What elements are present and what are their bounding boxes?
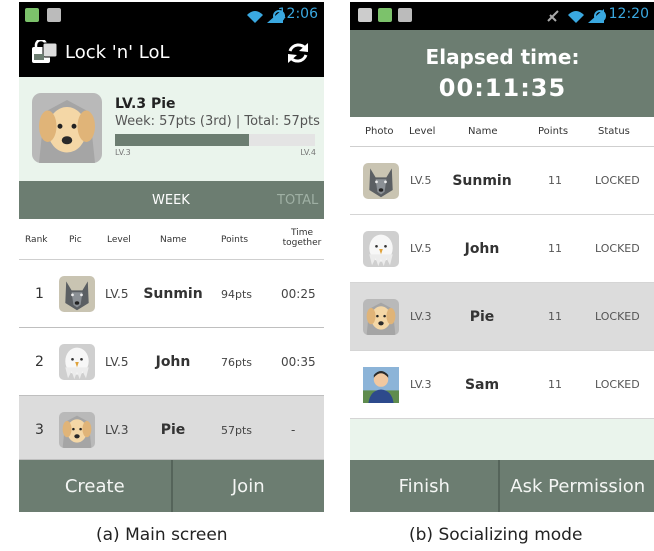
main-action-bar: Create Join (19, 460, 324, 512)
member-row-selected[interactable]: LV.3 Pie 11 LOCKED (350, 283, 654, 351)
person-photo (363, 367, 399, 403)
profile-avatar (32, 93, 102, 163)
row-level: LV.5 (410, 174, 432, 187)
row-name: Pie (160, 422, 186, 438)
ranking-tabs: WEEK TOTAL (19, 181, 324, 219)
header-photo: Photo (365, 126, 394, 137)
row-status: LOCKED (595, 378, 640, 391)
mute-icon (547, 10, 559, 22)
header-name: Name (160, 235, 187, 245)
gallery-icon (358, 8, 372, 22)
ranking-row[interactable]: 2 LV.5 John 76pts 00:35 (19, 328, 324, 396)
app-logo-icon (32, 40, 58, 63)
main-screen: 12:06 Lock 'n' LoL LV.3 Pie Week: 57pts … (19, 2, 324, 512)
row-points: 11 (548, 378, 562, 391)
app-title: Lock 'n' LoL (65, 42, 170, 63)
row-level: LV.5 (105, 287, 129, 301)
status-bar: 12:06 (19, 2, 324, 30)
level-from-label: LV.3 (115, 148, 131, 157)
row-rank: 1 (35, 286, 44, 302)
ranking-table-header: Rank Pic Level Name Points Time together (19, 219, 324, 260)
tab-week[interactable]: WEEK (152, 193, 190, 208)
level-progress-bar (115, 134, 315, 146)
row-status: LOCKED (595, 174, 640, 187)
socializing-screen: 12:20 Elapsed time: 00:11:35 Photo Level… (350, 2, 654, 512)
row-status: LOCKED (595, 242, 640, 255)
profile-card: LV.3 Pie Week: 57pts (3rd) | Total: 57pt… (19, 77, 324, 181)
member-row[interactable]: LV.5 John 11 LOCKED (350, 215, 654, 283)
eagle-avatar (59, 344, 95, 380)
caption-main-screen: (a) Main screen (96, 525, 228, 545)
header-rank: Rank (25, 235, 48, 245)
sync-status-icon (594, 10, 606, 22)
row-points: 11 (548, 310, 562, 323)
ranking-row-selected[interactable]: 3 LV.3 Pie 57pts - (19, 396, 324, 460)
row-time-together: - (291, 423, 296, 437)
ranking-row[interactable]: 1 LV.5 Sunmin 94pts 00:25 (19, 260, 324, 328)
level-progress-fill (115, 134, 249, 146)
members-table-header: Photo Level Name Points Status (350, 117, 654, 147)
row-points: 94pts (221, 288, 253, 301)
dog-avatar (363, 299, 399, 335)
finish-button[interactable]: Finish (350, 460, 498, 512)
eagle-avatar (363, 231, 399, 267)
create-button[interactable]: Create (19, 460, 171, 512)
status-time: 12:20 (608, 6, 649, 22)
row-status: LOCKED (595, 310, 640, 323)
row-rank: 3 (35, 422, 44, 438)
row-points: 57pts (221, 424, 253, 437)
row-level: LV.3 (105, 423, 129, 437)
row-level: LV.5 (105, 355, 129, 369)
row-time-together: 00:35 (281, 355, 316, 369)
profile-name: LV.3 Pie (115, 96, 176, 112)
elapsed-time-value: 00:11:35 (438, 74, 567, 102)
app-notification-icon (25, 8, 39, 22)
status-bar: 12:20 (350, 2, 654, 30)
app-notification-icon (378, 8, 392, 22)
app-bar: Lock 'n' LoL (19, 30, 324, 77)
profile-week-summary: Week: 57pts (3rd) | Total: 57pts (115, 114, 320, 129)
dog-avatar (59, 412, 95, 448)
row-name: Sam (464, 377, 500, 393)
row-level: LV.5 (410, 242, 432, 255)
ask-permission-button[interactable]: Ask Permission (498, 460, 654, 512)
row-level: LV.3 (410, 378, 432, 391)
header-points: Points (538, 126, 569, 137)
elapsed-time-panel: Elapsed time: 00:11:35 (350, 30, 654, 117)
caption-socializing-mode: (b) Socializing mode (409, 525, 583, 545)
row-name: Sunmin (143, 286, 203, 302)
wolf-avatar (363, 163, 399, 199)
header-time-together: Time together (282, 228, 322, 248)
level-to-label: LV.4 (300, 148, 316, 157)
elapsed-label: Elapsed time: (425, 45, 580, 69)
refresh-icon[interactable] (284, 39, 312, 67)
row-name: Pie (469, 309, 495, 325)
clipboard-icon (47, 8, 61, 22)
header-status: Status (598, 126, 630, 137)
header-pic: Pic (69, 235, 82, 245)
member-row[interactable]: LV.3 Sam 11 LOCKED (350, 351, 654, 419)
row-points: 76pts (221, 356, 253, 369)
row-name: John (155, 354, 191, 370)
wolf-avatar (59, 276, 95, 312)
row-level: LV.3 (410, 310, 432, 323)
join-button[interactable]: Join (170, 460, 325, 512)
clipboard-icon (398, 8, 412, 22)
header-level: Level (409, 126, 436, 137)
status-time: 12:06 (277, 6, 318, 22)
row-time-together: 00:25 (281, 287, 316, 301)
row-name: Sunmin (452, 173, 512, 189)
header-name: Name (468, 126, 498, 137)
list-empty-area (350, 419, 654, 460)
header-level: Level (107, 235, 131, 245)
member-row[interactable]: LV.5 Sunmin 11 LOCKED (350, 147, 654, 215)
row-rank: 2 (35, 354, 44, 370)
row-name: John (464, 241, 500, 257)
row-points: 11 (548, 174, 562, 187)
row-points: 11 (548, 242, 562, 255)
tab-total[interactable]: TOTAL (277, 193, 318, 208)
header-points: Points (221, 235, 249, 245)
social-action-bar: Finish Ask Permission (350, 460, 654, 512)
